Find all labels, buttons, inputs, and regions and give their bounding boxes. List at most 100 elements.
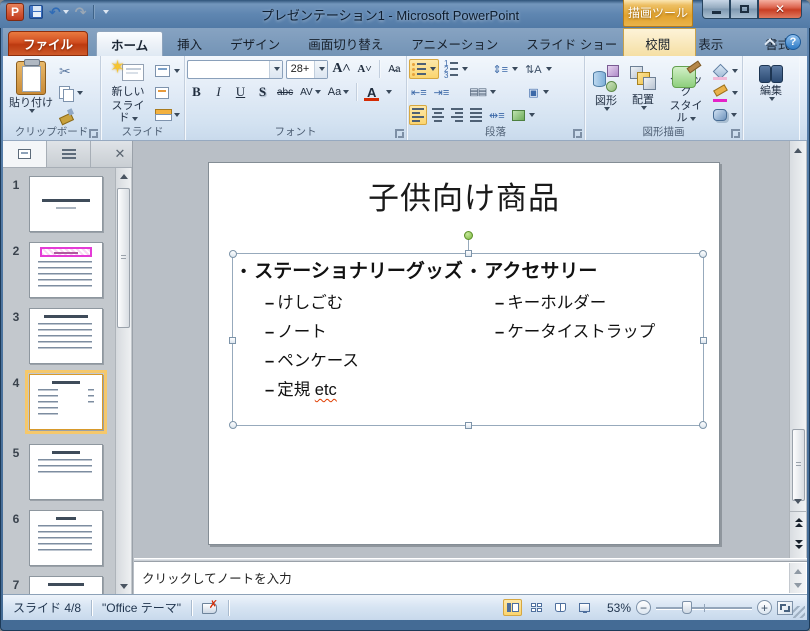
convert-smartart-button[interactable] [510,105,537,125]
slide-thumbnail-3[interactable]: 3 [3,308,115,364]
line-spacing-button[interactable]: ⇕≡ [490,59,520,79]
format-painter-button[interactable] [57,105,85,125]
thumbnails-scrollbar-thumb[interactable] [117,188,130,328]
align-right-button[interactable] [449,105,465,125]
notes-placeholder[interactable]: クリックしてノートを入力 [142,568,292,587]
tab-outline[interactable] [47,141,91,167]
thumbnails-scroll-down-button[interactable] [116,578,132,594]
slide-thumbnail-6[interactable]: 6 [3,510,115,566]
theme-name[interactable]: "Office テーマ" [92,599,191,617]
tab-slides-thumbnails[interactable] [3,141,47,167]
slide-thumbnail-7[interactable]: 7 [3,576,115,594]
resize-handle-bottomright[interactable] [699,421,707,429]
slide-title[interactable]: 子供向け商品 [209,173,719,218]
section-button[interactable] [153,105,182,125]
reading-view-button[interactable] [551,599,570,616]
drawing-dialog-launcher-icon[interactable] [731,129,740,138]
justify-button[interactable] [468,105,484,125]
align-left-button[interactable] [409,105,427,125]
font-name-combo[interactable] [187,59,283,79]
tab-home[interactable]: ホーム [96,31,164,56]
minimize-ribbon-icon[interactable] [763,35,777,49]
resize-handle-bottomleft[interactable] [229,421,237,429]
strikethrough-button[interactable]: abc [275,83,295,102]
resize-handle-left[interactable] [229,336,236,344]
notes-pane[interactable]: クリックしてノートを入力 [134,562,807,594]
content-placeholder-selected[interactable]: • ステーショナリーグッズ – けしごむ – ノート – ペンケース – 定規 etc •… [229,231,707,429]
zoom-in-button[interactable]: + [757,600,772,615]
rotation-handle[interactable] [464,231,473,240]
shape-fill-button[interactable] [711,61,740,81]
redo-button[interactable]: ↷ [74,3,88,21]
reset-slide-button[interactable] [153,83,182,103]
paragraph-dialog-launcher-icon[interactable] [573,129,582,138]
change-case-button[interactable]: Aa [326,83,351,102]
shape-effects-button[interactable] [711,105,740,125]
italic-button[interactable]: I [209,83,228,102]
slide-thumbnail-1[interactable]: 1 [3,176,115,232]
previous-slide-button[interactable] [790,513,807,531]
font-dialog-launcher-icon[interactable] [395,129,404,138]
tab-animations[interactable]: アニメーション [397,31,512,56]
zoom-out-button[interactable]: − [636,600,651,615]
clipboard-dialog-launcher-icon[interactable] [89,129,98,138]
grow-font-button[interactable]: A˄ [331,60,352,79]
tab-design[interactable]: デザイン [216,31,294,56]
slide-thumbnail-4-selected[interactable]: 4 [3,370,115,434]
resize-handle-topleft[interactable] [229,250,237,258]
shrink-font-button[interactable]: A˅ [355,60,374,79]
resize-grip[interactable] [793,606,805,618]
slide-thumbnail-2[interactable]: 2 [3,242,115,298]
text-shadow-button[interactable]: S [253,83,272,102]
scroll-down-button[interactable] [790,493,806,509]
slide-thumbnail-5[interactable]: 5 [3,444,115,500]
increase-indent-button[interactable]: ⇥≡ [432,82,452,102]
slide-indicator[interactable]: スライド 4/8 [3,599,91,617]
quick-styles-button[interactable]: クイック スタイル [661,58,711,124]
cut-button[interactable]: ✂ [57,61,85,81]
resize-handle-right[interactable] [700,336,707,344]
layout-button[interactable] [153,61,182,81]
normal-view-button[interactable] [503,599,522,616]
help-icon[interactable]: ? [785,34,801,50]
powerpoint-app-icon[interactable]: P [6,3,24,21]
numbering-button[interactable]: 123 [442,59,470,79]
font-color-button[interactable]: A [362,83,381,102]
zoom-percentage[interactable]: 53% [599,601,631,615]
thumbnails-scrollbar[interactable] [115,168,131,594]
notes-scrollbar[interactable] [789,563,806,593]
zoom-slider[interactable] [656,600,752,615]
editing-button[interactable]: 編集 [745,58,797,124]
clear-formatting-button[interactable]: A̶a [385,60,404,79]
notes-scroll-down-button[interactable] [790,577,806,593]
main-scrollbar-thumb[interactable] [792,429,805,501]
paste-button[interactable]: 貼り付け [5,58,57,124]
align-center-button[interactable] [430,105,446,125]
shape-outline-button[interactable] [711,83,740,103]
text-direction-button[interactable]: ⇅A [523,59,554,79]
maximize-button[interactable] [730,0,758,19]
columns-button[interactable]: ▤▤ [467,82,498,102]
resize-handle-bottom[interactable] [465,422,472,429]
tab-file[interactable]: ファイル [8,31,89,56]
close-button[interactable]: ✕ [758,0,802,19]
slideshow-view-button[interactable] [575,599,594,616]
copy-button[interactable] [57,83,85,103]
tab-view[interactable]: 表示 [684,31,737,56]
distribute-button[interactable]: ⇹≡ [487,105,507,125]
align-text-button[interactable]: ▣ [526,82,550,102]
resize-handle-topright[interactable] [699,250,707,258]
font-size-combo[interactable]: 28+ [285,59,328,79]
fit-slide-to-window-button[interactable] [777,600,793,615]
slide-editor[interactable]: 子供向け商品 • ステーショナリーグッズ – けしごむ – ノート – ペンケー… [208,162,720,545]
save-button[interactable] [28,3,44,21]
shapes-button[interactable]: 図形 [587,58,625,124]
tab-transitions[interactable]: 画面切り替え [294,31,397,56]
spellcheck-status-button[interactable] [192,598,228,617]
underline-button[interactable]: U [231,83,250,102]
bold-button[interactable]: B [187,83,206,102]
thumbnails-scroll-up-button[interactable] [116,168,132,184]
customize-qat-button[interactable] [100,3,110,21]
close-panel-button[interactable]: ✕ [108,141,132,167]
tab-review[interactable]: 校閲 [631,31,684,56]
